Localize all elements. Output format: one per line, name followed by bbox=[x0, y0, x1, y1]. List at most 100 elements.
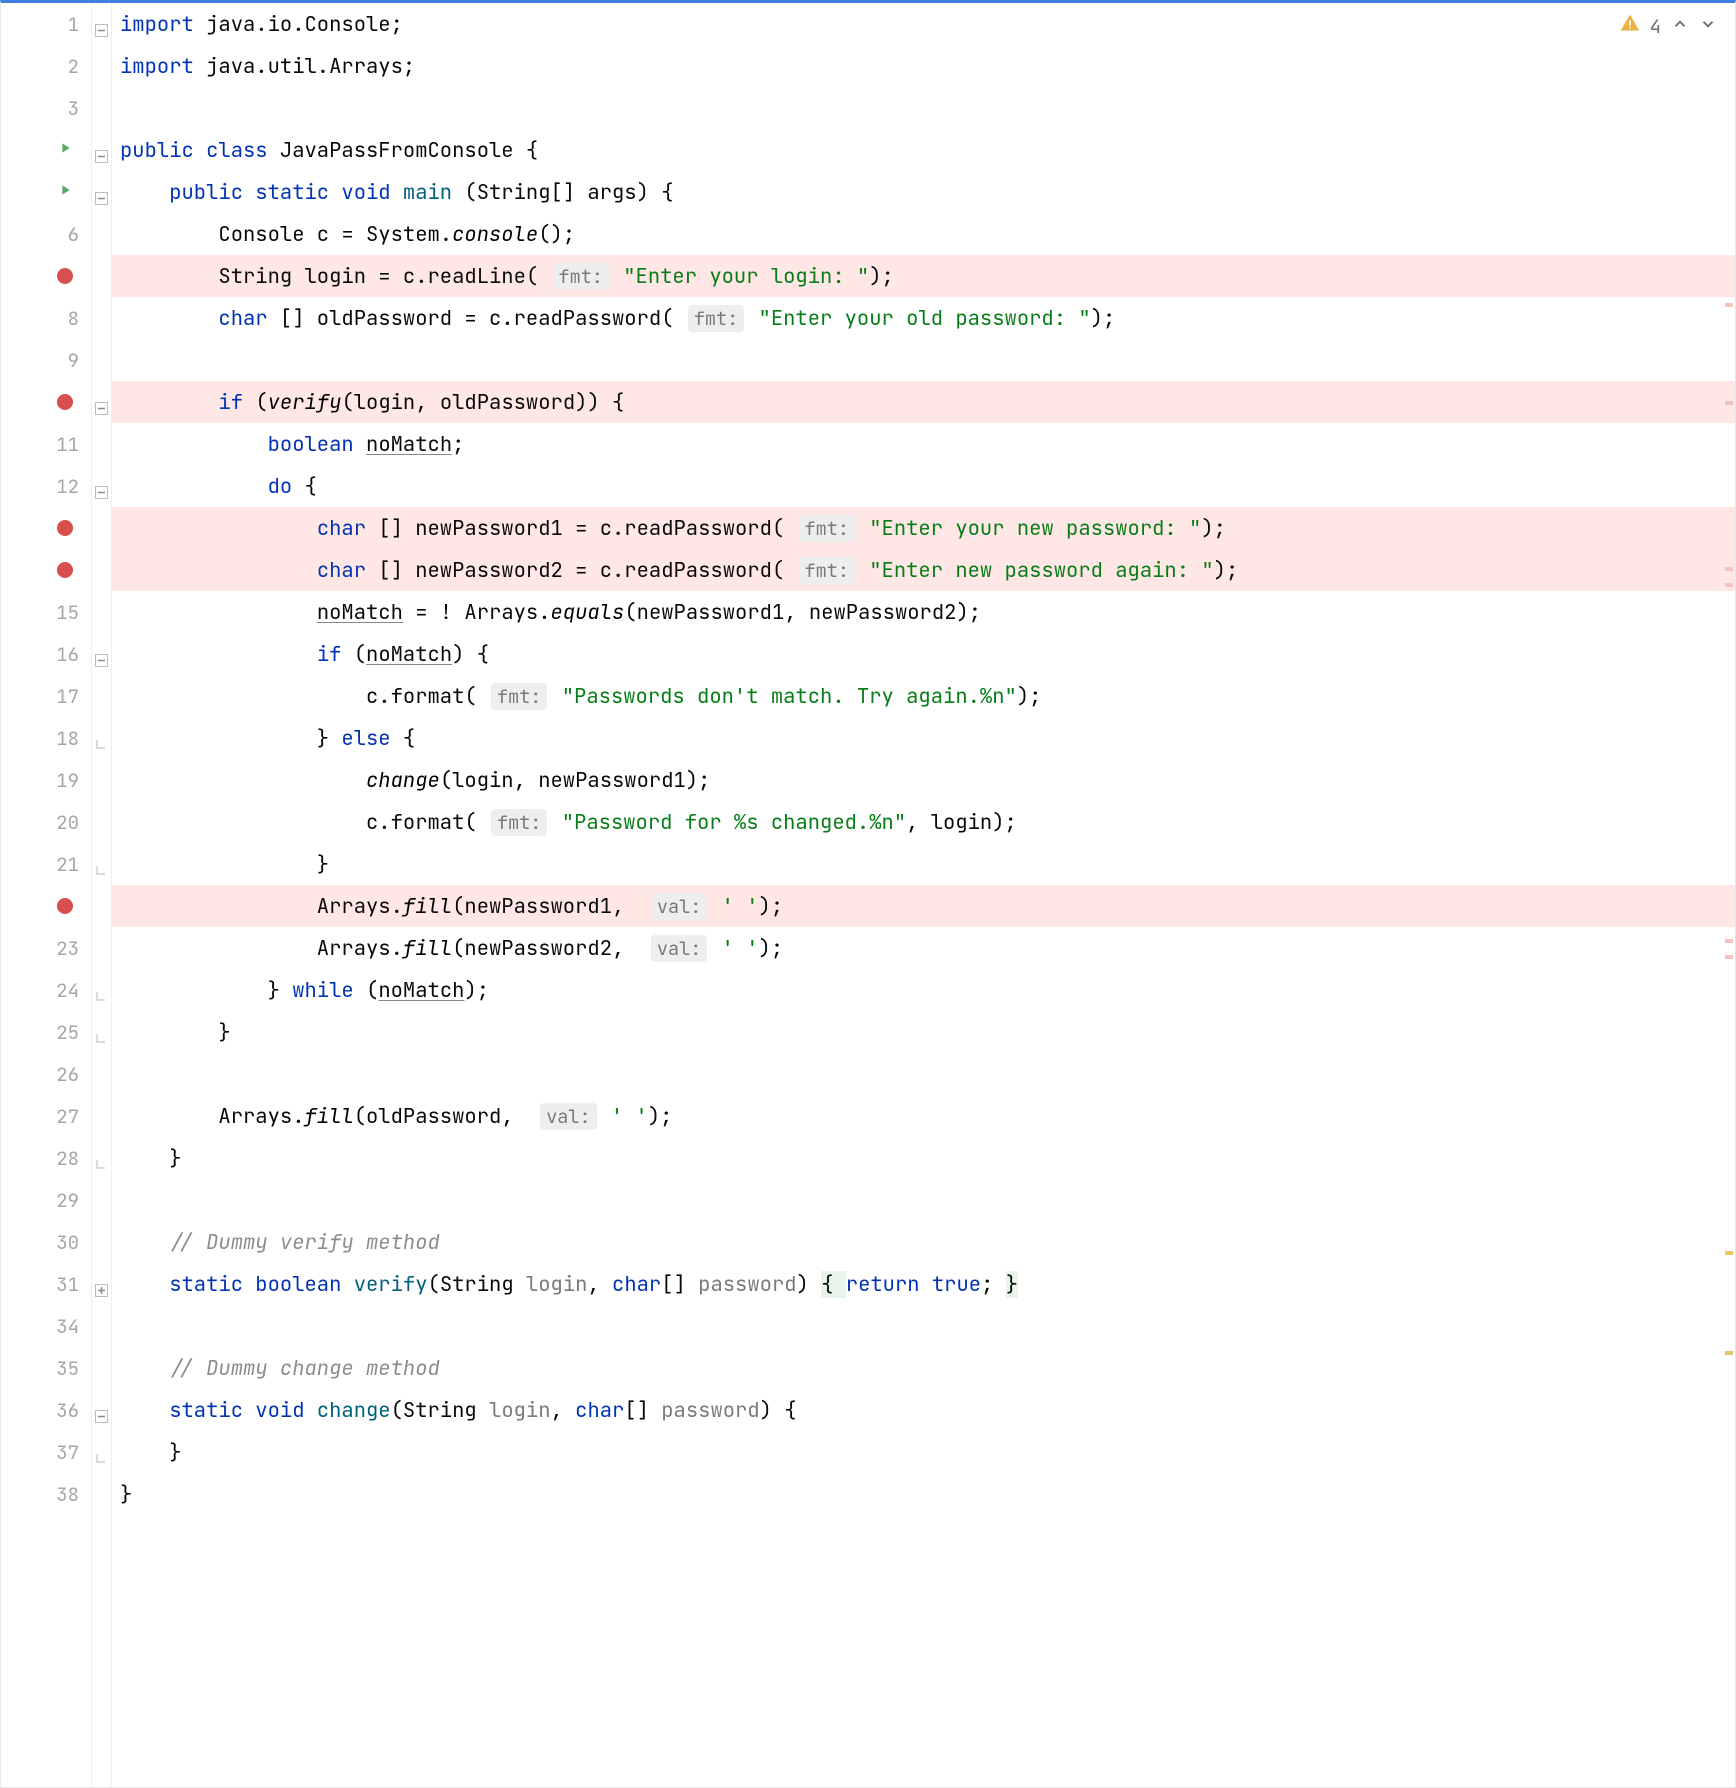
gutter-row[interactable]: 15 bbox=[1, 591, 91, 633]
code-line[interactable]: boolean noMatch; bbox=[112, 423, 1735, 465]
breakpoint-icon[interactable] bbox=[57, 394, 73, 410]
gutter-row[interactable] bbox=[1, 171, 91, 213]
fold-collapse-icon[interactable] bbox=[95, 185, 108, 198]
gutter-row[interactable]: 20 bbox=[1, 801, 91, 843]
next-highlight-icon[interactable] bbox=[1699, 14, 1717, 39]
run-icon[interactable] bbox=[57, 139, 73, 162]
gutter-row[interactable] bbox=[1, 381, 91, 423]
breakpoint-icon[interactable] bbox=[57, 520, 73, 536]
gutter-row[interactable]: 3 bbox=[1, 87, 91, 129]
run-icon[interactable] bbox=[57, 181, 73, 204]
gutter-row[interactable]: 36 bbox=[1, 1389, 91, 1431]
fold-end-icon[interactable] bbox=[95, 1151, 108, 1164]
inlay-hint[interactable]: fmt: bbox=[799, 515, 855, 542]
gutter-row[interactable]: 30 bbox=[1, 1221, 91, 1263]
gutter-row[interactable]: 37 bbox=[1, 1431, 91, 1473]
fold-expand-icon[interactable] bbox=[95, 1277, 108, 1290]
code-line[interactable]: // Dummy verify method bbox=[112, 1221, 1735, 1263]
code-line[interactable]: import java.util.Arrays; bbox=[112, 45, 1735, 87]
fold-end-icon[interactable] bbox=[95, 857, 108, 870]
gutter-row[interactable]: 8 bbox=[1, 297, 91, 339]
code-editor[interactable]: 1236891112151617181920212324252627282930… bbox=[0, 0, 1736, 1788]
code-line[interactable]: } bbox=[112, 1137, 1735, 1179]
breakpoint-icon[interactable] bbox=[57, 562, 73, 578]
gutter-row[interactable]: 35 bbox=[1, 1347, 91, 1389]
code-line[interactable]: Arrays.fill(newPassword1, val: ' '); bbox=[112, 885, 1735, 927]
code-line[interactable]: import java.io.Console; bbox=[112, 3, 1735, 45]
code-line[interactable]: if (noMatch) { bbox=[112, 633, 1735, 675]
code-line[interactable]: } bbox=[112, 1473, 1735, 1515]
gutter-row[interactable]: 2 bbox=[1, 45, 91, 87]
code-line[interactable]: c.format( fmt: "Password for %s changed.… bbox=[112, 801, 1735, 843]
code-line[interactable]: String login = c.readLine( fmt: "Enter y… bbox=[112, 255, 1735, 297]
gutter-row[interactable]: 26 bbox=[1, 1053, 91, 1095]
code-line[interactable] bbox=[112, 339, 1735, 381]
marker-stripe[interactable] bbox=[1725, 1251, 1733, 1255]
code-line[interactable]: } else { bbox=[112, 717, 1735, 759]
fold-collapse-icon[interactable] bbox=[95, 143, 108, 156]
prev-highlight-icon[interactable] bbox=[1671, 14, 1689, 39]
code-line[interactable]: public static void main (String[] args) … bbox=[112, 171, 1735, 213]
fold-end-icon[interactable] bbox=[95, 1025, 108, 1038]
gutter-row[interactable]: 6 bbox=[1, 213, 91, 255]
marker-stripe[interactable] bbox=[1725, 401, 1733, 405]
code-line[interactable]: change(login, newPassword1); bbox=[112, 759, 1735, 801]
code-line[interactable]: char [] newPassword1 = c.readPassword( f… bbox=[112, 507, 1735, 549]
code-line[interactable]: // Dummy change method bbox=[112, 1347, 1735, 1389]
code-line[interactable] bbox=[112, 1179, 1735, 1221]
code-line[interactable]: Arrays.fill(oldPassword, val: ' '); bbox=[112, 1095, 1735, 1137]
gutter-row[interactable]: 23 bbox=[1, 927, 91, 969]
fold-collapse-icon[interactable] bbox=[95, 647, 108, 660]
inlay-hint[interactable]: fmt: bbox=[688, 305, 744, 332]
marker-stripe[interactable] bbox=[1725, 567, 1733, 571]
gutter-row[interactable]: 34 bbox=[1, 1305, 91, 1347]
gutter-row[interactable]: 17 bbox=[1, 675, 91, 717]
code-line[interactable]: } bbox=[112, 843, 1735, 885]
gutter-row[interactable]: 24 bbox=[1, 969, 91, 1011]
code-line[interactable] bbox=[112, 87, 1735, 129]
code-line[interactable]: static boolean verify(String login, char… bbox=[112, 1263, 1735, 1305]
gutter-row[interactable]: 31 bbox=[1, 1263, 91, 1305]
marker-stripe[interactable] bbox=[1725, 955, 1733, 959]
gutter-row[interactable]: 12 bbox=[1, 465, 91, 507]
inlay-hint[interactable]: fmt: bbox=[799, 557, 855, 584]
fold-end-icon[interactable] bbox=[95, 983, 108, 996]
code-line[interactable]: char [] oldPassword = c.readPassword( fm… bbox=[112, 297, 1735, 339]
gutter-row[interactable]: 28 bbox=[1, 1137, 91, 1179]
fold-collapse-icon[interactable] bbox=[95, 479, 108, 492]
gutter-row[interactable]: 38 bbox=[1, 1473, 91, 1515]
marker-stripe[interactable] bbox=[1725, 1351, 1733, 1355]
gutter-row[interactable]: 29 bbox=[1, 1179, 91, 1221]
gutter-row[interactable]: 21 bbox=[1, 843, 91, 885]
code-line[interactable]: public class JavaPassFromConsole { bbox=[112, 129, 1735, 171]
breakpoint-icon[interactable] bbox=[57, 898, 73, 914]
code-line[interactable] bbox=[112, 1053, 1735, 1095]
code-line[interactable]: noMatch = ! Arrays.equals(newPassword1, … bbox=[112, 591, 1735, 633]
code-line[interactable]: Arrays.fill(newPassword2, val: ' '); bbox=[112, 927, 1735, 969]
gutter-row[interactable]: 11 bbox=[1, 423, 91, 465]
fold-end-icon[interactable] bbox=[95, 731, 108, 744]
inlay-hint[interactable]: fmt: bbox=[553, 263, 609, 290]
gutter-row[interactable] bbox=[1, 885, 91, 927]
gutter-row[interactable]: 9 bbox=[1, 339, 91, 381]
code-area[interactable]: 4 import java.io.Console;import java.uti… bbox=[112, 3, 1735, 1787]
code-line[interactable]: Console c = System.console(); bbox=[112, 213, 1735, 255]
gutter-row[interactable] bbox=[1, 549, 91, 591]
breakpoint-icon[interactable] bbox=[57, 268, 73, 284]
marker-stripe[interactable] bbox=[1725, 939, 1733, 943]
gutter-row[interactable]: 19 bbox=[1, 759, 91, 801]
inlay-hint[interactable]: val: bbox=[651, 893, 707, 920]
gutter-row[interactable] bbox=[1, 129, 91, 171]
code-line[interactable]: c.format( fmt: "Passwords don't match. T… bbox=[112, 675, 1735, 717]
gutter-row[interactable]: 18 bbox=[1, 717, 91, 759]
fold-collapse-icon[interactable] bbox=[95, 17, 108, 30]
code-line[interactable]: static void change(String login, char[] … bbox=[112, 1389, 1735, 1431]
fold-end-icon[interactable] bbox=[95, 1445, 108, 1458]
inlay-hint[interactable]: val: bbox=[540, 1103, 596, 1130]
code-line[interactable]: char [] newPassword2 = c.readPassword( f… bbox=[112, 549, 1735, 591]
gutter-row[interactable] bbox=[1, 507, 91, 549]
code-line[interactable]: } while (noMatch); bbox=[112, 969, 1735, 1011]
code-line[interactable] bbox=[112, 1305, 1735, 1347]
gutter-row[interactable] bbox=[1, 255, 91, 297]
gutter-row[interactable]: 25 bbox=[1, 1011, 91, 1053]
